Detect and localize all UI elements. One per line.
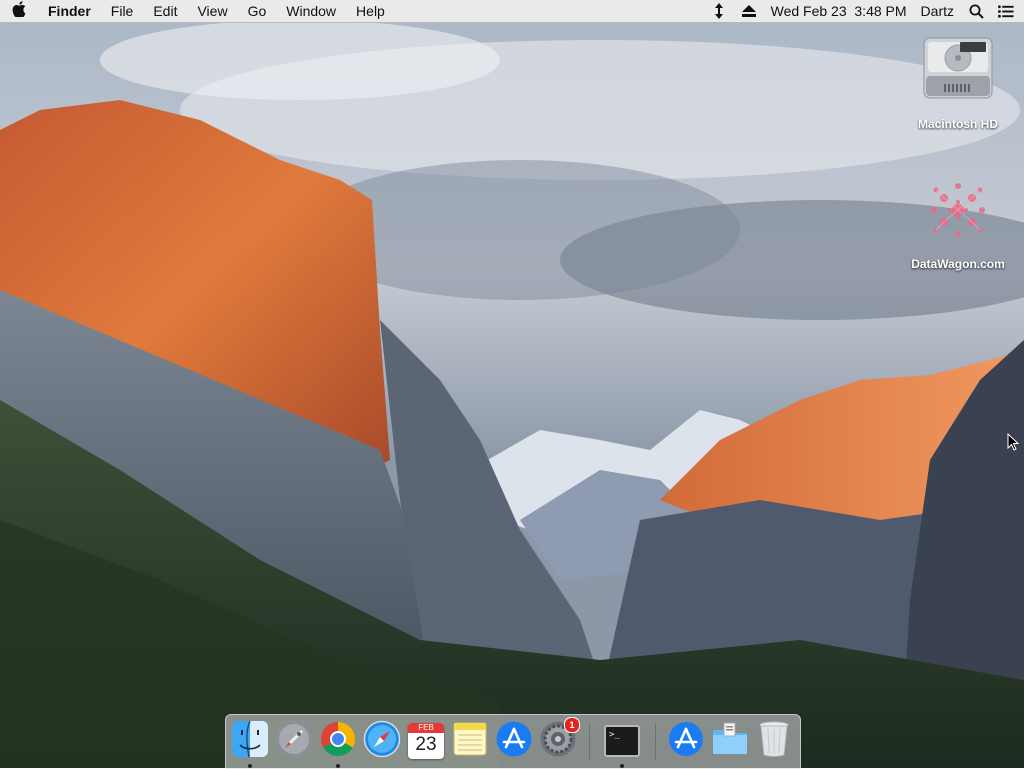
desktop-icon-datawagon[interactable]: DataWagon.com: [903, 172, 1013, 271]
menu-bar-extras: Wed Feb 23 3:48 PM Dartz: [697, 0, 1024, 22]
hard-drive-icon: [920, 37, 996, 112]
dock-item-downloads[interactable]: [710, 721, 750, 761]
calendar-day: 23: [415, 734, 437, 755]
network-arrows-icon[interactable]: [711, 0, 727, 22]
dock-separator: [589, 723, 590, 761]
dock-item-calendar[interactable]: FEB 23: [406, 721, 446, 761]
dock-item-finder[interactable]: [230, 720, 270, 768]
dock-item-terminal[interactable]: >_: [602, 721, 642, 768]
applications-folder-icon: [667, 720, 705, 763]
apple-logo-icon[interactable]: [0, 1, 38, 21]
menu-view[interactable]: View: [187, 0, 237, 22]
menu-help[interactable]: Help: [346, 0, 395, 22]
dock-item-trash[interactable]: [754, 721, 794, 761]
downloads-folder-icon: [711, 720, 749, 763]
menu-window[interactable]: Window: [276, 0, 346, 22]
safari-icon: [363, 720, 401, 763]
dock: FEB 23 1 >_: [225, 714, 801, 769]
launchpad-icon: [275, 720, 313, 763]
dock-item-notes[interactable]: [450, 721, 490, 761]
notes-icon: [452, 721, 488, 762]
finder-icon: [231, 720, 269, 763]
dock-item-chrome[interactable]: [318, 720, 358, 768]
dock-item-safari[interactable]: [362, 720, 402, 763]
dock-item-app-store[interactable]: [494, 721, 534, 761]
chrome-icon: [319, 720, 357, 763]
dock-separator: [655, 723, 656, 761]
desktop-icon-label: Macintosh HD: [917, 117, 998, 131]
calendar-month: FEB: [408, 723, 444, 733]
menu-bar-left: Finder File Edit View Go Window Help: [0, 0, 395, 22]
menu-clock[interactable]: Wed Feb 23 3:48 PM: [771, 0, 907, 22]
network-volume-icon: [920, 183, 996, 252]
app-store-icon: [495, 720, 533, 763]
dock-item-system-preferences[interactable]: 1: [538, 717, 580, 761]
menu-file[interactable]: File: [101, 0, 144, 22]
menu-app-name[interactable]: Finder: [38, 0, 101, 22]
desktop-icon-label: DataWagon.com: [911, 257, 1005, 271]
menu-go[interactable]: Go: [238, 0, 277, 22]
menu-user-name[interactable]: Dartz: [921, 0, 954, 22]
search-icon[interactable]: [968, 0, 984, 22]
running-indicator: [336, 764, 340, 768]
mouse-pointer-icon: [1007, 432, 1020, 456]
list-icon[interactable]: [998, 0, 1014, 22]
running-indicator: [248, 764, 252, 768]
eject-icon[interactable]: [741, 0, 757, 22]
terminal-prompt: >_: [609, 730, 620, 740]
desktop-wallpaper: [0, 0, 1024, 768]
trash-icon: [757, 720, 791, 763]
calendar-icon: FEB 23: [408, 723, 444, 759]
desktop-icon-macintosh-hd[interactable]: Macintosh HD: [903, 32, 1013, 131]
dock-item-launchpad[interactable]: [274, 720, 314, 763]
menu-edit[interactable]: Edit: [143, 0, 187, 22]
terminal-icon: >_: [604, 725, 640, 757]
dock-item-applications[interactable]: [666, 721, 706, 761]
menu-bar: Finder File Edit View Go Window Help Wed…: [0, 0, 1024, 23]
notification-badge: 1: [564, 717, 580, 733]
running-indicator: [620, 764, 624, 768]
